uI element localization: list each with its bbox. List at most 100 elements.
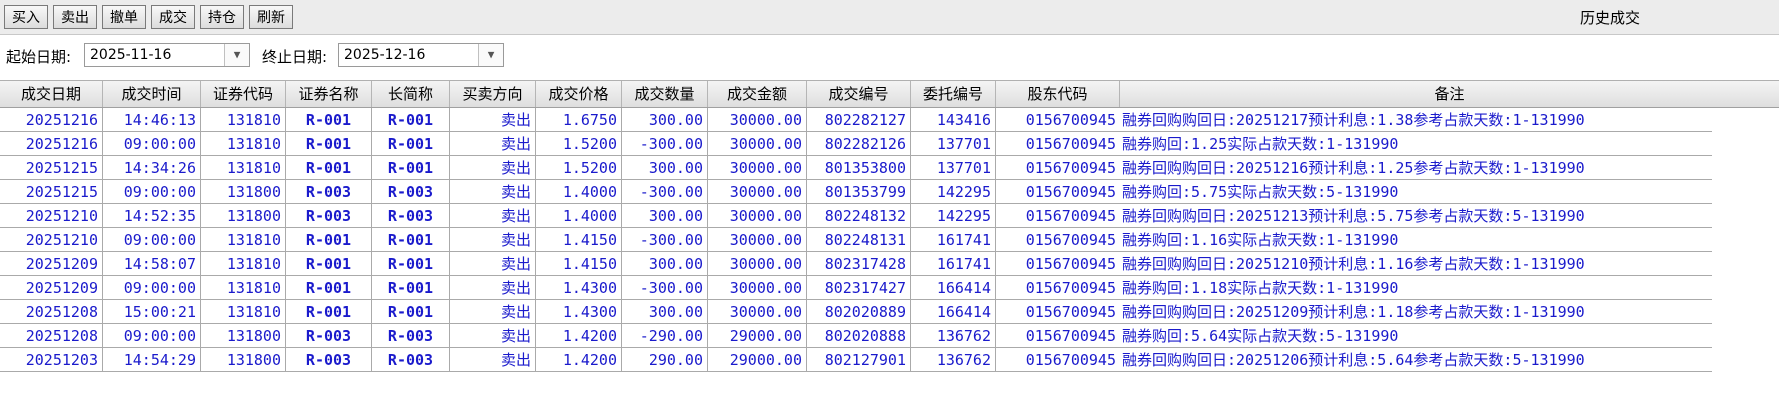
cell-shareholder-code: 0156700945 bbox=[996, 180, 1120, 204]
cell-price: 1.4150 bbox=[536, 252, 622, 276]
cell-amount: 30000.00 bbox=[708, 276, 807, 300]
cell-price: 1.6750 bbox=[536, 108, 622, 132]
cell-trade-time: 14:54:29 bbox=[103, 348, 201, 372]
col-header-security-code[interactable]: 证券代码 bbox=[201, 81, 286, 107]
cell-security-name: R-003 bbox=[286, 204, 372, 228]
col-header-trade-time[interactable]: 成交时间 bbox=[103, 81, 201, 107]
cell-direction: 卖出 bbox=[450, 252, 536, 276]
table-row[interactable]: 20251203 14:54:29 131800 R-003 R-003 卖出 1.4200… bbox=[0, 348, 1712, 372]
col-header-price[interactable]: 成交价格 bbox=[536, 81, 622, 107]
cell-trade-id: 802248132 bbox=[807, 204, 911, 228]
cell-trade-date: 20251209 bbox=[0, 252, 103, 276]
cell-order-id: 142295 bbox=[911, 180, 996, 204]
cell-long-name: R-003 bbox=[372, 348, 450, 372]
chevron-down-icon[interactable]: ▼ bbox=[224, 44, 249, 66]
cell-shareholder-code: 0156700945 bbox=[996, 300, 1120, 324]
cell-price: 1.4300 bbox=[536, 300, 622, 324]
cell-long-name: R-001 bbox=[372, 108, 450, 132]
cell-quantity: 300.00 bbox=[622, 252, 708, 276]
col-header-security-name[interactable]: 证券名称 bbox=[286, 81, 372, 107]
col-header-direction[interactable]: 买卖方向 bbox=[450, 81, 536, 107]
cell-remark: 融券回购购回日:20251206预计利息:5.64参考占款天数:5-131990 bbox=[1120, 348, 1712, 372]
cell-trade-date: 20251208 bbox=[0, 300, 103, 324]
cell-trade-date: 20251215 bbox=[0, 180, 103, 204]
end-date-picker[interactable]: 2025-12-16 ▼ bbox=[338, 43, 504, 67]
col-header-shareholder-code[interactable]: 股东代码 bbox=[996, 81, 1120, 107]
date-filter-bar: 起始日期: 2025-11-16 ▼ 终止日期: 2025-12-16 ▼ bbox=[0, 38, 1779, 72]
cell-trade-id: 802020889 bbox=[807, 300, 911, 324]
table-row[interactable]: 20251216 14:46:13 131810 R-001 R-001 卖出 1.6750… bbox=[0, 108, 1712, 132]
end-date-value: 2025-12-16 bbox=[344, 47, 426, 63]
cell-remark: 融券购回:1.25实际占款天数:1-131990 bbox=[1120, 132, 1712, 156]
cell-order-id: 166414 bbox=[911, 276, 996, 300]
cell-shareholder-code: 0156700945 bbox=[996, 156, 1120, 180]
cell-shareholder-code: 0156700945 bbox=[996, 324, 1120, 348]
cell-remark: 融券购回:5.64实际占款天数:5-131990 bbox=[1120, 324, 1712, 348]
cell-security-code: 131810 bbox=[201, 252, 286, 276]
cell-quantity: -300.00 bbox=[622, 228, 708, 252]
table-row[interactable]: 20251215 09:00:00 131800 R-003 R-003 卖出 1.4000… bbox=[0, 180, 1712, 204]
cell-quantity: -300.00 bbox=[622, 180, 708, 204]
col-header-amount[interactable]: 成交金额 bbox=[708, 81, 807, 107]
table-row[interactable]: 20251216 09:00:00 131810 R-001 R-001 卖出 1.5200… bbox=[0, 132, 1712, 156]
cell-remark: 融券回购购回日:20251210预计利息:1.16参考占款天数:1-131990 bbox=[1120, 252, 1712, 276]
cell-trade-time: 09:00:00 bbox=[103, 276, 201, 300]
cell-price: 1.4300 bbox=[536, 276, 622, 300]
cell-trade-date: 20251210 bbox=[0, 228, 103, 252]
cell-quantity: 300.00 bbox=[622, 108, 708, 132]
col-header-long-name[interactable]: 长简称 bbox=[372, 81, 450, 107]
cell-trade-date: 20251216 bbox=[0, 108, 103, 132]
start-date-picker[interactable]: 2025-11-16 ▼ bbox=[84, 43, 250, 67]
cell-security-name: R-001 bbox=[286, 132, 372, 156]
cell-long-name: R-001 bbox=[372, 252, 450, 276]
col-header-remark[interactable]: 备注 bbox=[1120, 81, 1779, 107]
cell-trade-id: 801353799 bbox=[807, 180, 911, 204]
trades-button[interactable]: 成交 bbox=[151, 5, 195, 29]
table-row[interactable]: 20251215 14:34:26 131810 R-001 R-001 卖出 1.5200… bbox=[0, 156, 1712, 180]
cell-order-id: 166414 bbox=[911, 300, 996, 324]
chevron-down-icon[interactable]: ▼ bbox=[478, 44, 503, 66]
cell-security-name: R-001 bbox=[286, 300, 372, 324]
table-row[interactable]: 20251210 09:00:00 131810 R-001 R-001 卖出 1.4150… bbox=[0, 228, 1712, 252]
table-row[interactable]: 20251209 14:58:07 131810 R-001 R-001 卖出 1.4150… bbox=[0, 252, 1712, 276]
cell-amount: 30000.00 bbox=[708, 228, 807, 252]
cell-remark: 融券回购购回日:20251216预计利息:1.25参考占款天数:1-131990 bbox=[1120, 156, 1712, 180]
cell-security-name: R-003 bbox=[286, 180, 372, 204]
cell-security-name: R-001 bbox=[286, 276, 372, 300]
cancel-order-button[interactable]: 撤单 bbox=[102, 5, 146, 29]
cell-trade-time: 15:00:21 bbox=[103, 300, 201, 324]
cell-order-id: 142295 bbox=[911, 204, 996, 228]
cell-direction: 卖出 bbox=[450, 204, 536, 228]
cell-price: 1.4200 bbox=[536, 348, 622, 372]
cell-trade-time: 14:58:07 bbox=[103, 252, 201, 276]
cell-amount: 30000.00 bbox=[708, 156, 807, 180]
cell-amount: 30000.00 bbox=[708, 180, 807, 204]
cell-amount: 30000.00 bbox=[708, 300, 807, 324]
table-row[interactable]: 20251208 15:00:21 131810 R-001 R-001 卖出 1.4300… bbox=[0, 300, 1712, 324]
table-row[interactable]: 20251208 09:00:00 131800 R-003 R-003 卖出 1.4200… bbox=[0, 324, 1712, 348]
table-row[interactable]: 20251210 14:52:35 131800 R-003 R-003 卖出 1.4000… bbox=[0, 204, 1712, 228]
cell-trade-time: 14:52:35 bbox=[103, 204, 201, 228]
cell-shareholder-code: 0156700945 bbox=[996, 132, 1120, 156]
sell-button[interactable]: 卖出 bbox=[53, 5, 97, 29]
cell-shareholder-code: 0156700945 bbox=[996, 276, 1120, 300]
cell-security-code: 131810 bbox=[201, 300, 286, 324]
cell-trade-id: 802317427 bbox=[807, 276, 911, 300]
col-header-order-id[interactable]: 委托编号 bbox=[911, 81, 996, 107]
cell-shareholder-code: 0156700945 bbox=[996, 252, 1120, 276]
col-header-quantity[interactable]: 成交数量 bbox=[622, 81, 708, 107]
refresh-button[interactable]: 刷新 bbox=[249, 5, 293, 29]
cell-long-name: R-003 bbox=[372, 324, 450, 348]
end-date-label: 终止日期: bbox=[262, 48, 328, 66]
cell-quantity: -300.00 bbox=[622, 276, 708, 300]
cell-remark: 融券购回:5.75实际占款天数:5-131990 bbox=[1120, 180, 1712, 204]
buy-button[interactable]: 买入 bbox=[4, 5, 48, 29]
cell-security-name: R-003 bbox=[286, 324, 372, 348]
positions-button[interactable]: 持仓 bbox=[200, 5, 244, 29]
cell-direction: 卖出 bbox=[450, 132, 536, 156]
table-row[interactable]: 20251209 09:00:00 131810 R-001 R-001 卖出 1.4300… bbox=[0, 276, 1712, 300]
col-header-trade-id[interactable]: 成交编号 bbox=[807, 81, 911, 107]
col-header-trade-date[interactable]: 成交日期 bbox=[0, 81, 103, 107]
table-header: 成交日期 成交时间 证券代码 证券名称 长简称 买卖方向 成交价格 成交数量 成… bbox=[0, 80, 1779, 108]
cell-security-code: 131800 bbox=[201, 204, 286, 228]
